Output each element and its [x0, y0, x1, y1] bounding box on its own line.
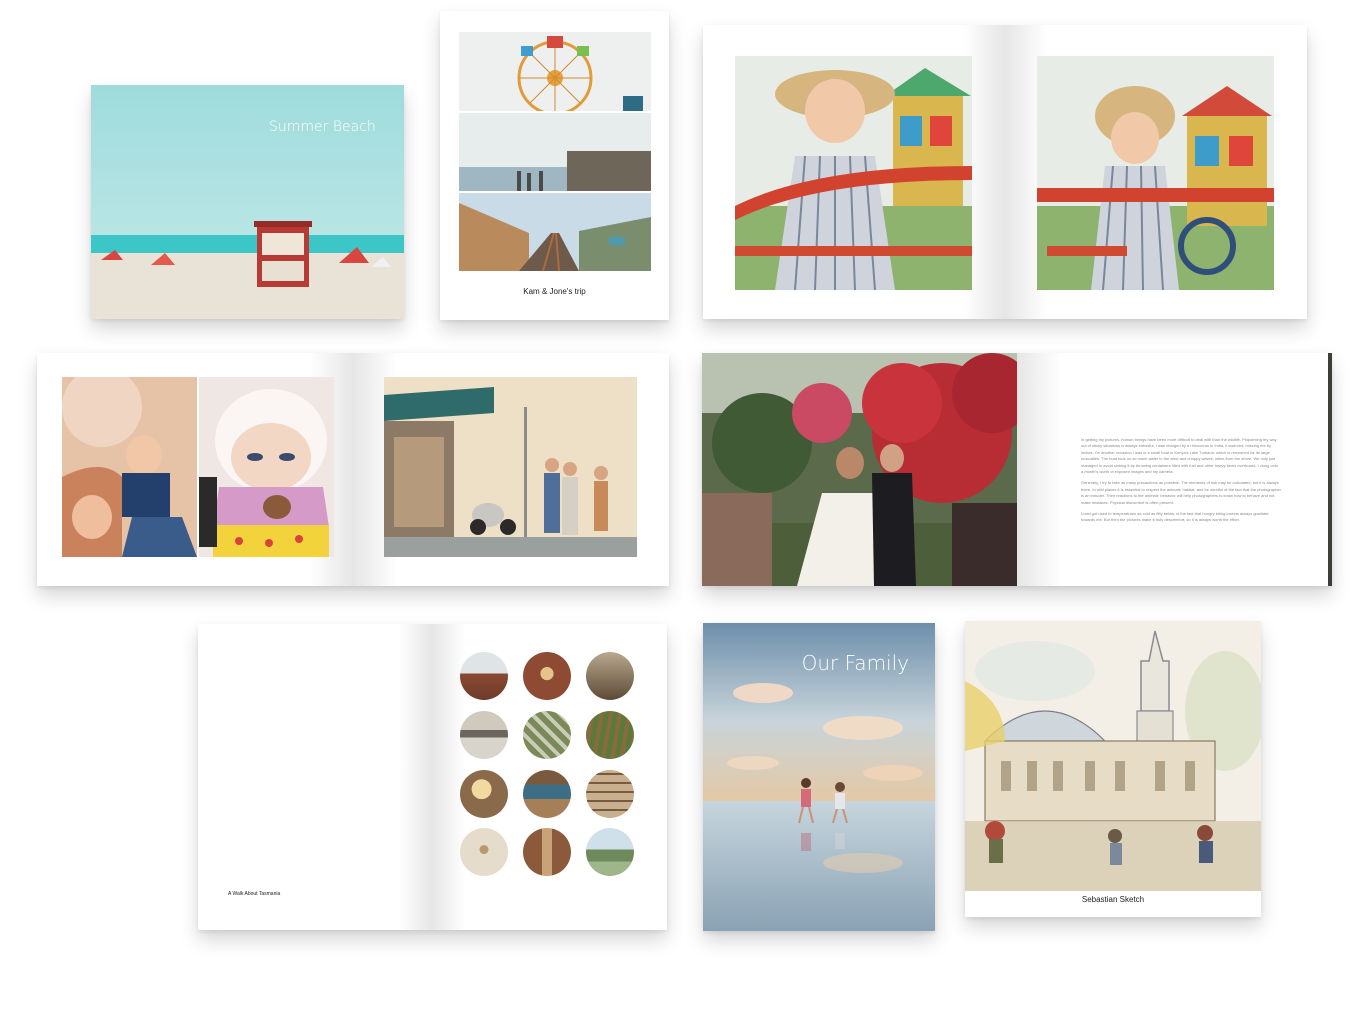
- tasmania-spread-book[interactable]: A Walk About Tasmania: [198, 624, 667, 930]
- scooter-photo: [384, 377, 637, 557]
- circle-photo-key: [460, 828, 508, 876]
- ferris-wheel-photo: [459, 32, 651, 111]
- sketch-watercolor: [965, 621, 1261, 891]
- trip-book[interactable]: Kam & Jone's trip: [440, 11, 669, 320]
- girl-right-photo: [1037, 56, 1274, 290]
- circle-photo-landscape: [586, 828, 634, 876]
- wedding-photo: [702, 353, 1017, 586]
- sebastian-sketch-book[interactable]: Sebastian Sketch: [965, 621, 1261, 917]
- summer-beach-title: Summer Beach: [269, 119, 376, 135]
- trip-caption: Kam & Jone's trip: [523, 287, 586, 296]
- baby-photo: [62, 377, 197, 557]
- circle-photo-cabin: [586, 652, 634, 700]
- wedding-paragraph-3: Lucid got used to temperatures as cold a…: [1081, 511, 1269, 523]
- our-family-book[interactable]: Our Family: [703, 623, 935, 931]
- circle-photo-leaves: [523, 711, 571, 759]
- sketch-caption: Sebastian Sketch: [1081, 895, 1145, 904]
- mural-photo: [199, 377, 334, 557]
- railway-photo: [459, 193, 651, 271]
- circle-photo-lantern: [523, 652, 571, 700]
- circle-photo-interior: [460, 770, 508, 818]
- street-art-spread-book[interactable]: [37, 353, 669, 586]
- pier-photo: [459, 113, 651, 191]
- circle-photo-sideboard: [523, 770, 571, 818]
- wedding-text-block: In getting my pictures, human beings hav…: [1081, 437, 1281, 524]
- wedding-spread-book[interactable]: In getting my pictures, human beings hav…: [702, 353, 1332, 586]
- circle-photo-field: [586, 711, 634, 759]
- playground-spread-book[interactable]: [703, 25, 1307, 319]
- wedding-text-page: In getting my pictures, human beings hav…: [1017, 353, 1332, 586]
- circle-photo-door: [523, 828, 571, 876]
- tasmania-left-page: A Walk About Tasmania: [198, 624, 432, 930]
- circle-photo-barn: [460, 652, 508, 700]
- circle-photo-shelves: [586, 770, 634, 818]
- wedding-paragraph-1: In getting my pictures, human beings hav…: [1081, 437, 1279, 475]
- tasmania-caption: A Walk About Tasmania: [228, 891, 281, 897]
- circle-photo-jewel-sign: [460, 711, 508, 759]
- wedding-book-edge: [1328, 353, 1332, 586]
- wedding-paragraph-2: Generally, I try to take as many precaut…: [1081, 480, 1281, 505]
- summer-beach-book[interactable]: Summer Beach: [91, 85, 404, 319]
- our-family-title: Our Family: [801, 651, 909, 675]
- girl-left-photo: [735, 56, 972, 290]
